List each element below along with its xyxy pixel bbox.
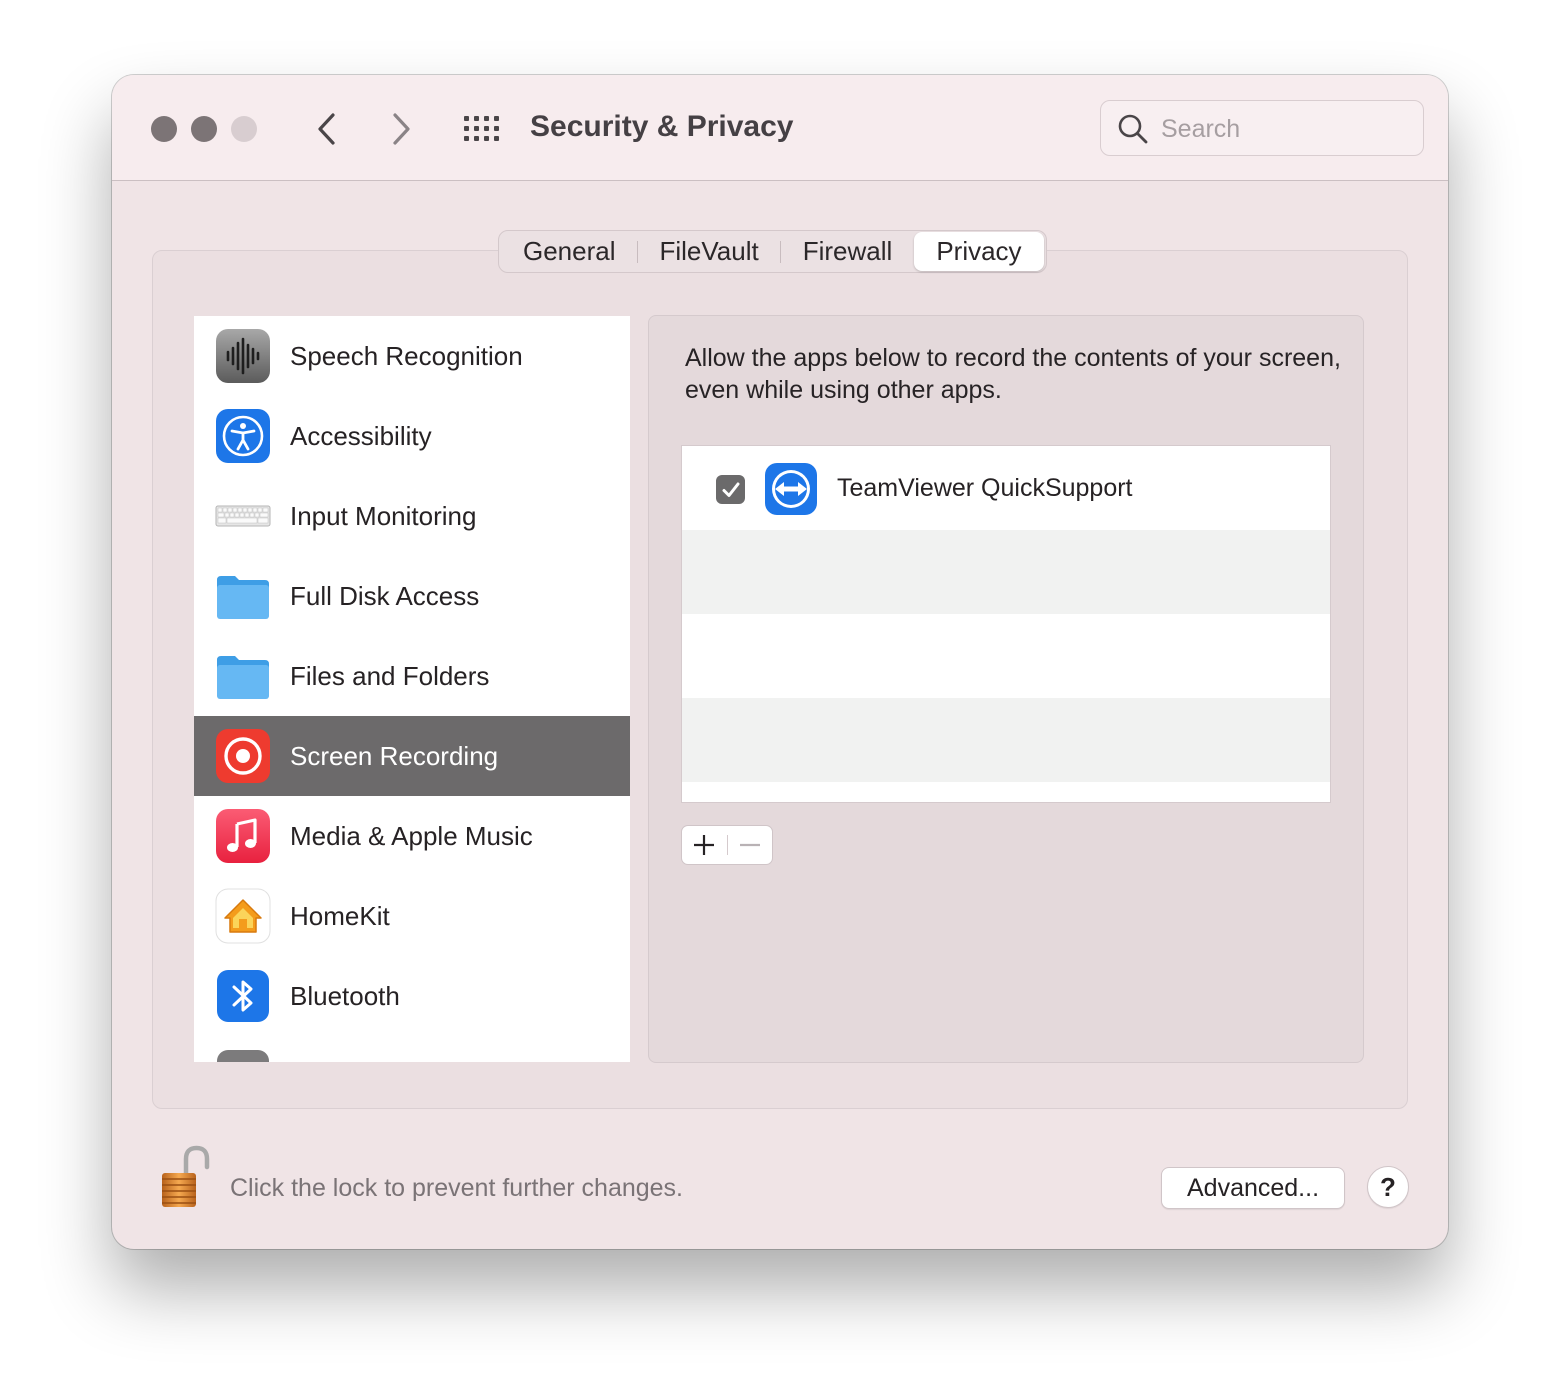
sidebar-item-screen-recording[interactable]: Screen Recording — [194, 716, 630, 796]
sidebar-item-speech-recognition[interactable]: Speech Recognition — [194, 316, 630, 396]
tab-general[interactable]: General — [501, 232, 638, 271]
add-app-button[interactable] — [682, 826, 727, 864]
minimize-button[interactable] — [191, 116, 217, 142]
sidebar-item-label: HomeKit — [290, 901, 390, 931]
back-button[interactable] — [307, 109, 347, 149]
keyboard-icon — [215, 505, 271, 527]
sidebar-item-label: Input Monitoring — [290, 501, 477, 531]
teamviewer-icon — [765, 463, 817, 515]
accessibility-icon — [216, 409, 270, 463]
tab-bar: General FileVault Firewall Privacy — [498, 230, 1047, 273]
home-icon — [215, 888, 271, 944]
folder-icon — [217, 656, 269, 699]
add-remove-control — [681, 825, 773, 865]
screen-recording-panel: Allow the apps below to record the conte… — [648, 315, 1364, 1063]
sidebar-item-input-monitoring[interactable]: Input Monitoring — [194, 476, 630, 556]
privacy-sidebar[interactable]: Speech Recognition Accessibility Input M… — [194, 316, 630, 1062]
sidebar-item-media-apple-music[interactable]: Media & Apple Music — [194, 796, 630, 876]
sidebar-item-label: Full Disk Access — [290, 581, 480, 611]
sidebar-item-partial[interactable] — [194, 1036, 630, 1062]
show-all-button[interactable] — [462, 111, 502, 147]
sidebar-item-bluetooth[interactable]: Bluetooth — [194, 956, 630, 1036]
checkmark-icon — [722, 482, 739, 497]
tab-filevault[interactable]: FileVault — [638, 232, 781, 271]
table-row — [682, 614, 1330, 698]
security-privacy-window: Security & Privacy General FileVault Fir… — [112, 75, 1448, 1249]
chevron-left-icon — [318, 113, 335, 145]
chevron-right-icon — [393, 113, 410, 145]
sidebar-item-label: Screen Recording — [290, 741, 499, 771]
sidebar-item-label: Bluetooth — [290, 981, 400, 1011]
plus-icon — [694, 835, 715, 855]
folder-icon — [217, 576, 269, 619]
sidebar-item-label: Speech Recognition — [290, 341, 523, 371]
close-button[interactable] — [151, 116, 177, 142]
sidebar-item-files-and-folders[interactable]: Files and Folders — [194, 636, 630, 716]
sidebar-item-homekit[interactable]: HomeKit — [194, 876, 630, 956]
lock-status-text: Click the lock to prevent further change… — [230, 1174, 684, 1202]
screen-record-icon — [216, 729, 270, 783]
tab-firewall[interactable]: Firewall — [781, 232, 915, 271]
minus-icon — [739, 843, 760, 847]
speech-waveform-icon — [216, 329, 270, 383]
music-note-icon — [216, 809, 270, 863]
search-icon — [1118, 114, 1148, 144]
lock-icon[interactable] — [160, 1145, 212, 1209]
sidebar-item-label: Accessibility — [290, 421, 432, 451]
grid-icon — [464, 116, 499, 141]
search-field[interactable] — [1100, 100, 1424, 156]
table-row — [682, 530, 1330, 614]
remove-app-button[interactable] — [727, 826, 772, 864]
advanced-button[interactable]: Advanced... — [1161, 1167, 1345, 1209]
window-title: Security & Privacy — [530, 110, 794, 143]
sidebar-item-full-disk-access[interactable]: Full Disk Access — [194, 556, 630, 636]
app-icon — [217, 1050, 269, 1062]
zoom-button[interactable] — [231, 116, 257, 142]
app-name: TeamViewer QuickSupport — [837, 474, 1133, 502]
sidebar-item-label: Files and Folders — [290, 661, 490, 691]
sidebar-item-accessibility[interactable]: Accessibility — [194, 396, 630, 476]
list-item[interactable]: TeamViewer QuickSupport — [682, 446, 1330, 530]
panel-description: Allow the apps below to record the conte… — [685, 344, 1341, 404]
search-input[interactable] — [1161, 109, 1411, 149]
app-checkbox[interactable] — [716, 475, 745, 504]
titlebar: Security & Privacy — [112, 75, 1448, 181]
app-list[interactable]: TeamViewer QuickSupport — [681, 445, 1331, 803]
sidebar-item-label: Media & Apple Music — [290, 821, 533, 851]
table-row — [682, 698, 1330, 782]
forward-button[interactable] — [381, 109, 421, 149]
tab-privacy[interactable]: Privacy — [914, 232, 1044, 271]
help-button[interactable]: ? — [1367, 1166, 1409, 1208]
bluetooth-icon — [217, 970, 269, 1022]
